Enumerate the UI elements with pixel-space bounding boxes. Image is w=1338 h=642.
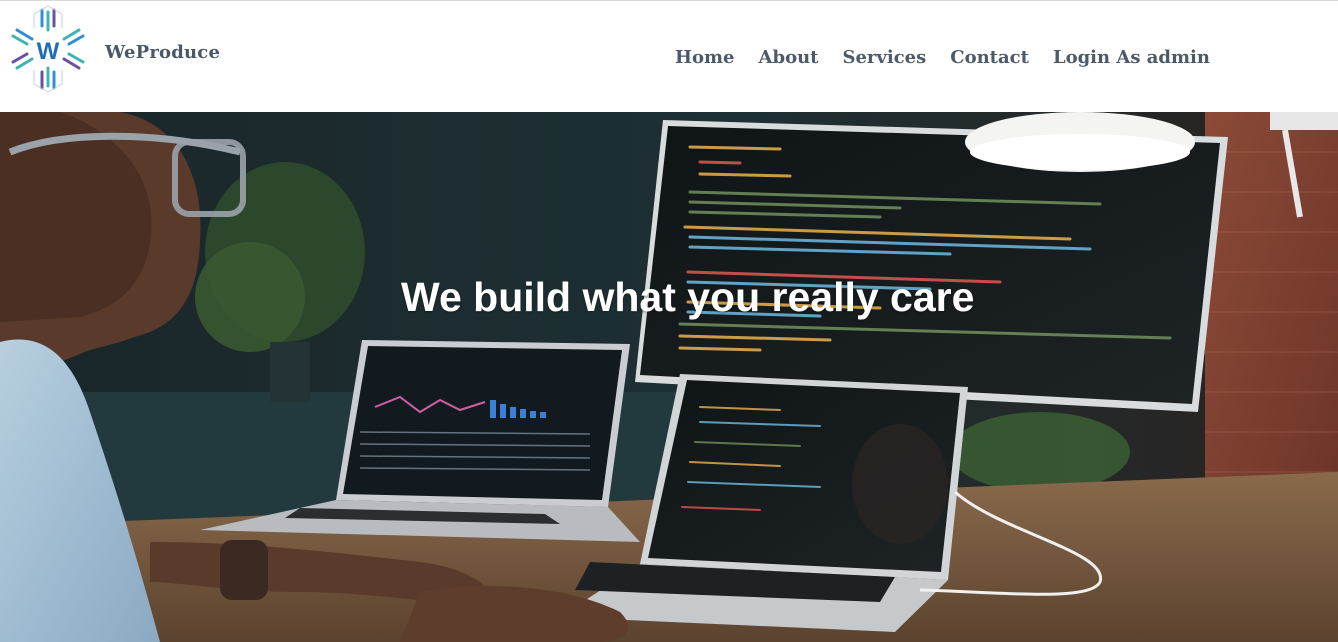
hero-image — [0, 112, 1338, 642]
logo-letter: W — [37, 38, 60, 65]
main-nav: Home About Services Contact Login As adm… — [675, 47, 1234, 68]
nav-contact[interactable]: Contact — [950, 47, 1029, 68]
nav-about[interactable]: About — [759, 47, 819, 68]
site-logo[interactable]: W — [7, 4, 89, 94]
logo-icon: W — [11, 5, 85, 93]
hero-banner: We build what you really care — [0, 112, 1338, 642]
nav-login-admin[interactable]: Login As admin — [1053, 47, 1210, 68]
site-header: W WeProduce Home About Services Contact … — [0, 1, 1338, 112]
nav-services[interactable]: Services — [842, 47, 926, 68]
brand-name[interactable]: WeProduce — [105, 42, 220, 63]
nav-home[interactable]: Home — [675, 47, 735, 68]
hero-title: We build what you really care — [401, 274, 975, 320]
